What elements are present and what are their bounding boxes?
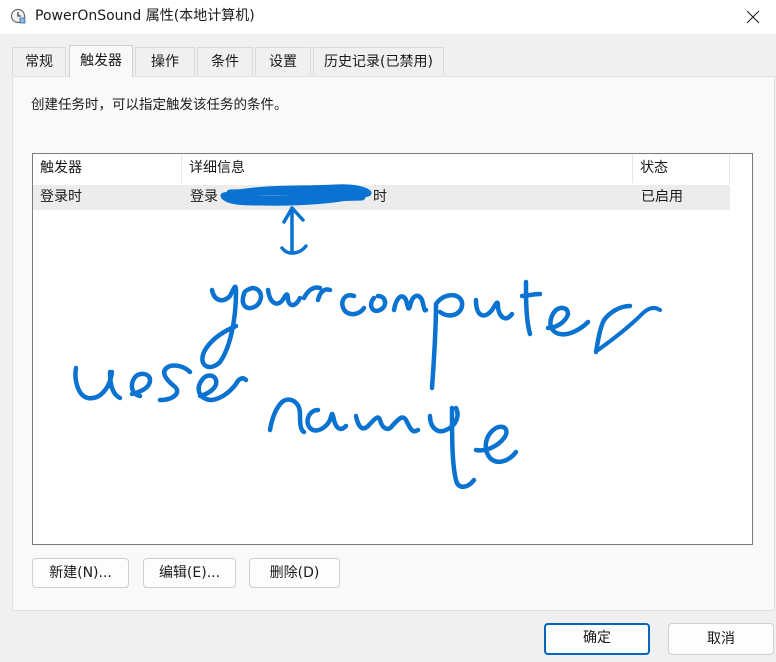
tab-settings[interactable]: 设置 — [255, 47, 311, 75]
edit-trigger-button[interactable]: 编辑(E)... — [143, 558, 236, 588]
close-button[interactable] — [730, 0, 776, 34]
cancel-button[interactable]: 取消 — [668, 623, 774, 655]
new-trigger-button[interactable]: 新建(N)... — [32, 558, 129, 588]
cell-details-prefix: 登录 — [190, 189, 218, 205]
column-header-trigger[interactable]: 触发器 — [33, 154, 182, 183]
column-header-details[interactable]: 详细信息 — [182, 154, 633, 183]
title-bar: PowerOnSound 属性(本地计算机) — [0, 0, 776, 34]
column-header-status[interactable]: 状态 — [633, 154, 730, 183]
tab-conditions[interactable]: 条件 — [197, 47, 253, 75]
tab-general[interactable]: 常规 — [12, 47, 66, 75]
delete-trigger-button[interactable]: 删除(D) — [249, 558, 340, 588]
cell-status: 已启用 — [641, 189, 683, 205]
table-row[interactable]: 登录时 登录 时 已启用 — [33, 185, 730, 210]
triggers-list[interactable]: 触发器 详细信息 状态 登录时 登录 时 已启用 — [32, 153, 753, 545]
tab-history[interactable]: 历史记录(已禁用) — [313, 47, 444, 75]
task-scheduler-clock-icon — [10, 8, 26, 24]
window-title: PowerOnSound 属性(本地计算机) — [35, 8, 255, 24]
cell-trigger: 登录时 — [40, 189, 82, 205]
tab-triggers[interactable]: 触发器 — [69, 45, 133, 77]
cell-details-suffix: 时 — [373, 189, 387, 205]
ok-button[interactable]: 确定 — [544, 623, 650, 655]
list-header: 触发器 详细信息 状态 — [33, 154, 752, 183]
triggers-description: 创建任务时，可以指定触发该任务的条件。 — [31, 97, 288, 113]
tab-actions[interactable]: 操作 — [135, 47, 195, 75]
close-icon — [746, 10, 760, 24]
